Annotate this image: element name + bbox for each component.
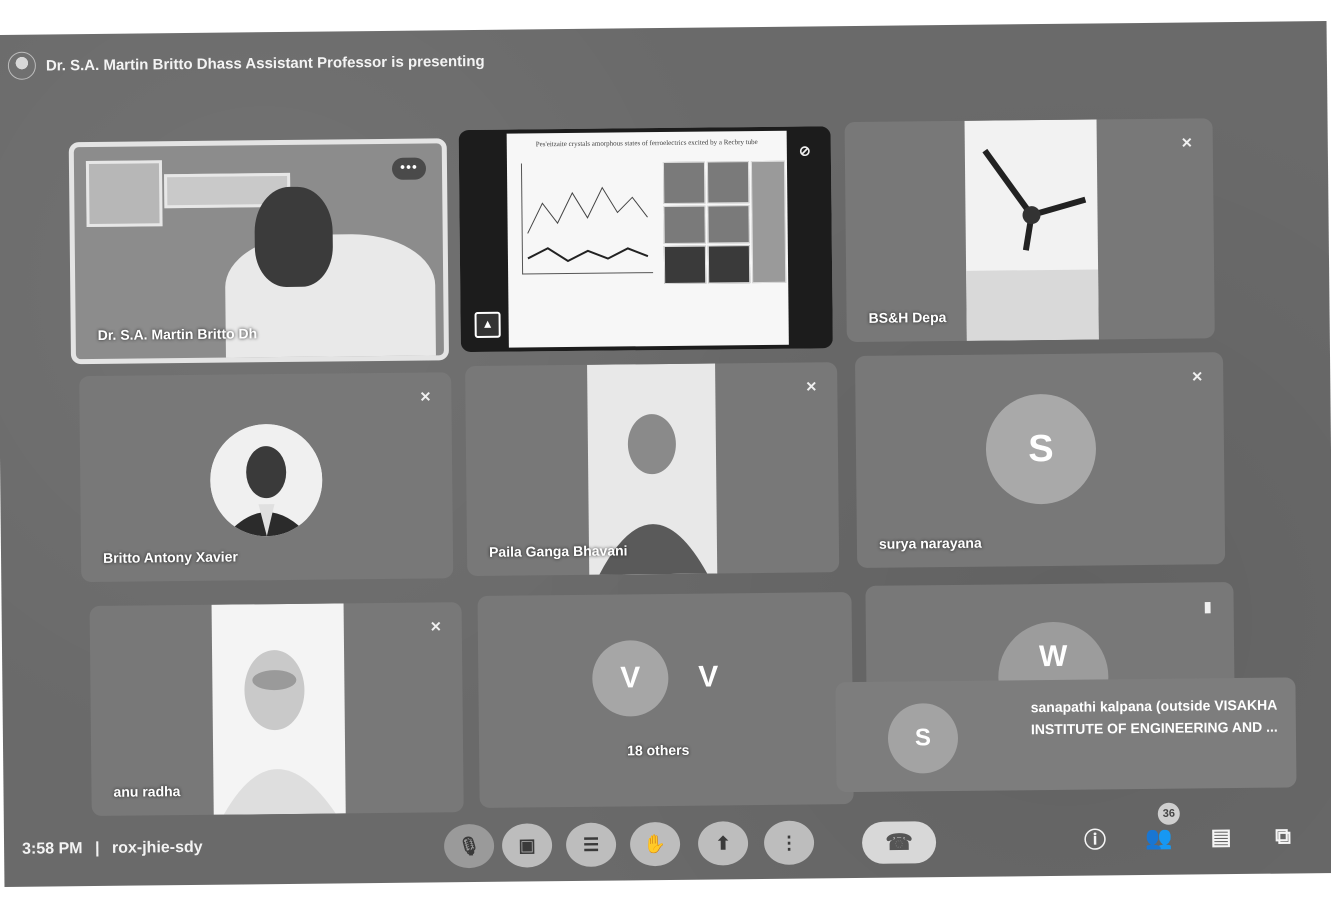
- camera-off-icon: ⊘: [798, 142, 811, 159]
- slide-image: [706, 161, 750, 204]
- avatar-letter: V: [620, 661, 641, 695]
- avatar: S: [985, 393, 1097, 505]
- participant-tile-screenshare[interactable]: Pes'eitzaite crystals amorphous states o…: [458, 126, 833, 353]
- slide-title: Pes'eitzaite crystals amorphous states o…: [535, 138, 758, 149]
- activities-button[interactable]: ⧉: [1266, 819, 1300, 853]
- info-icon: ⓘ: [1083, 827, 1107, 853]
- mic-off-icon: ✕: [419, 388, 432, 405]
- present-icon[interactable]: ▲: [474, 311, 501, 338]
- separator: |: [94, 839, 100, 857]
- more-options-icon[interactable]: •••: [391, 157, 427, 180]
- mic-off-icon: ✕: [1180, 134, 1193, 151]
- activities-icon: ⧉: [1275, 823, 1292, 849]
- participant-video: [211, 603, 346, 815]
- more-vertical-icon: ⋮: [779, 832, 799, 853]
- others-count: 18 others: [627, 741, 690, 759]
- meeting-code: rox-jhie-sdy: [111, 838, 203, 857]
- avatar: [7, 51, 37, 80]
- mic-icon: 🎙: [457, 835, 481, 856]
- participant-tile[interactable]: ✕ BS&H Depa: [844, 118, 1215, 343]
- slide-image: [662, 161, 706, 205]
- avatar-letter: W: [1038, 639, 1068, 674]
- control-bar: 3:58 PM | rox-jhie-sdy 🎙 ▣ ☰ ✋ ⬆ ⋮ ☎ ⓘ 👥: [4, 801, 1331, 887]
- avatar-photo: [209, 423, 323, 537]
- presenting-text: Dr. S.A. Martin Britto Dhass Assistant P…: [45, 52, 485, 74]
- participant-name: Britto Antony Xavier: [102, 548, 238, 566]
- camera-icon: ▣: [518, 834, 536, 856]
- avatar: V: [670, 639, 747, 716]
- camera-button[interactable]: ▣: [501, 823, 553, 868]
- person-head: [254, 186, 334, 288]
- slide-image: [663, 245, 707, 285]
- avatar: V: [591, 639, 669, 717]
- participant-tile[interactable]: ✕ anu radha: [89, 602, 464, 817]
- microphone-button[interactable]: 🎙: [443, 823, 495, 869]
- mic-off-icon: ✕: [429, 618, 442, 635]
- participant-tile-presenter[interactable]: ••• Dr. S.A. Martin Britto Dh: [68, 138, 450, 365]
- more-options-button[interactable]: ⋮: [763, 820, 815, 865]
- avatar: [209, 423, 323, 537]
- presenting-banner: Dr. S.A. Martin Britto Dhass Assistant P…: [7, 44, 485, 83]
- slide-plot-lines: [527, 186, 649, 263]
- avatar-letter: V: [698, 660, 719, 694]
- avatar-letter: S: [914, 724, 932, 752]
- people-button[interactable]: 👥: [1142, 821, 1176, 855]
- hang-up-icon: ☎: [885, 829, 913, 855]
- present-screen-icon: ⬆: [715, 832, 731, 853]
- slide-image: [707, 205, 750, 244]
- participant-name: anu radha: [113, 783, 181, 800]
- mic-off-icon: ✕: [1191, 368, 1204, 385]
- clock-time: 3:58 PM: [22, 840, 83, 858]
- participant-tile[interactable]: S ✕ surya narayana: [854, 352, 1226, 568]
- slide-image: [750, 160, 787, 284]
- slide-image: [663, 205, 706, 245]
- participant-tile-others[interactable]: V V 18 others: [477, 592, 854, 808]
- chat-button[interactable]: ▤: [1204, 820, 1238, 854]
- mic-off-icon: ✕: [805, 378, 818, 395]
- participant-name: BS&H Depa: [868, 309, 947, 326]
- avatar-letter: S: [1028, 427, 1054, 470]
- meet-window: Dr. S.A. Martin Britto Dhass Assistant P…: [0, 21, 1331, 887]
- raise-hand-button[interactable]: ✋: [629, 821, 681, 867]
- floating-tile[interactable]: S sanapathi kalpana (outside VISAKHA INS…: [835, 677, 1297, 793]
- participant-tile[interactable]: ✕ Paila Ganga Bhavani: [465, 362, 840, 577]
- participant-name: surya narayana: [878, 534, 982, 552]
- hand-icon: ✋: [643, 833, 667, 854]
- person-video: [223, 650, 336, 815]
- participant-name: Paila Ganga Bhavani: [488, 542, 628, 560]
- participant-name: Dr. S.A. Martin Britto Dh: [97, 325, 258, 343]
- end-call-button[interactable]: ☎: [861, 821, 937, 864]
- participant-video: [964, 119, 1099, 341]
- meeting-info: 3:58 PM | rox-jhie-sdy: [22, 839, 203, 859]
- speaking-icon: ▮: [1203, 598, 1212, 615]
- people-icon: 👥: [1145, 824, 1173, 850]
- meeting-details-button[interactable]: ⓘ: [1078, 821, 1112, 855]
- slide-image: [707, 245, 751, 284]
- slide-plot: [520, 162, 654, 275]
- participant-count-badge: 36: [1157, 802, 1180, 825]
- captions-icon: ☰: [582, 834, 600, 855]
- participant-tile[interactable]: ✕ Britto Antony Xavier: [79, 372, 454, 583]
- captions-button[interactable]: ☰: [565, 822, 617, 868]
- background-window: [85, 160, 163, 228]
- shared-slide: Pes'eitzaite crystals amorphous states o…: [506, 130, 789, 348]
- ceiling-fan: [966, 148, 1099, 341]
- participant-name: sanapathi kalpana (outside VISAKHA INSTI…: [1030, 696, 1278, 738]
- avatar: S: [887, 702, 959, 774]
- present-button[interactable]: ⬆: [697, 821, 749, 866]
- chat-icon: ▤: [1210, 824, 1232, 850]
